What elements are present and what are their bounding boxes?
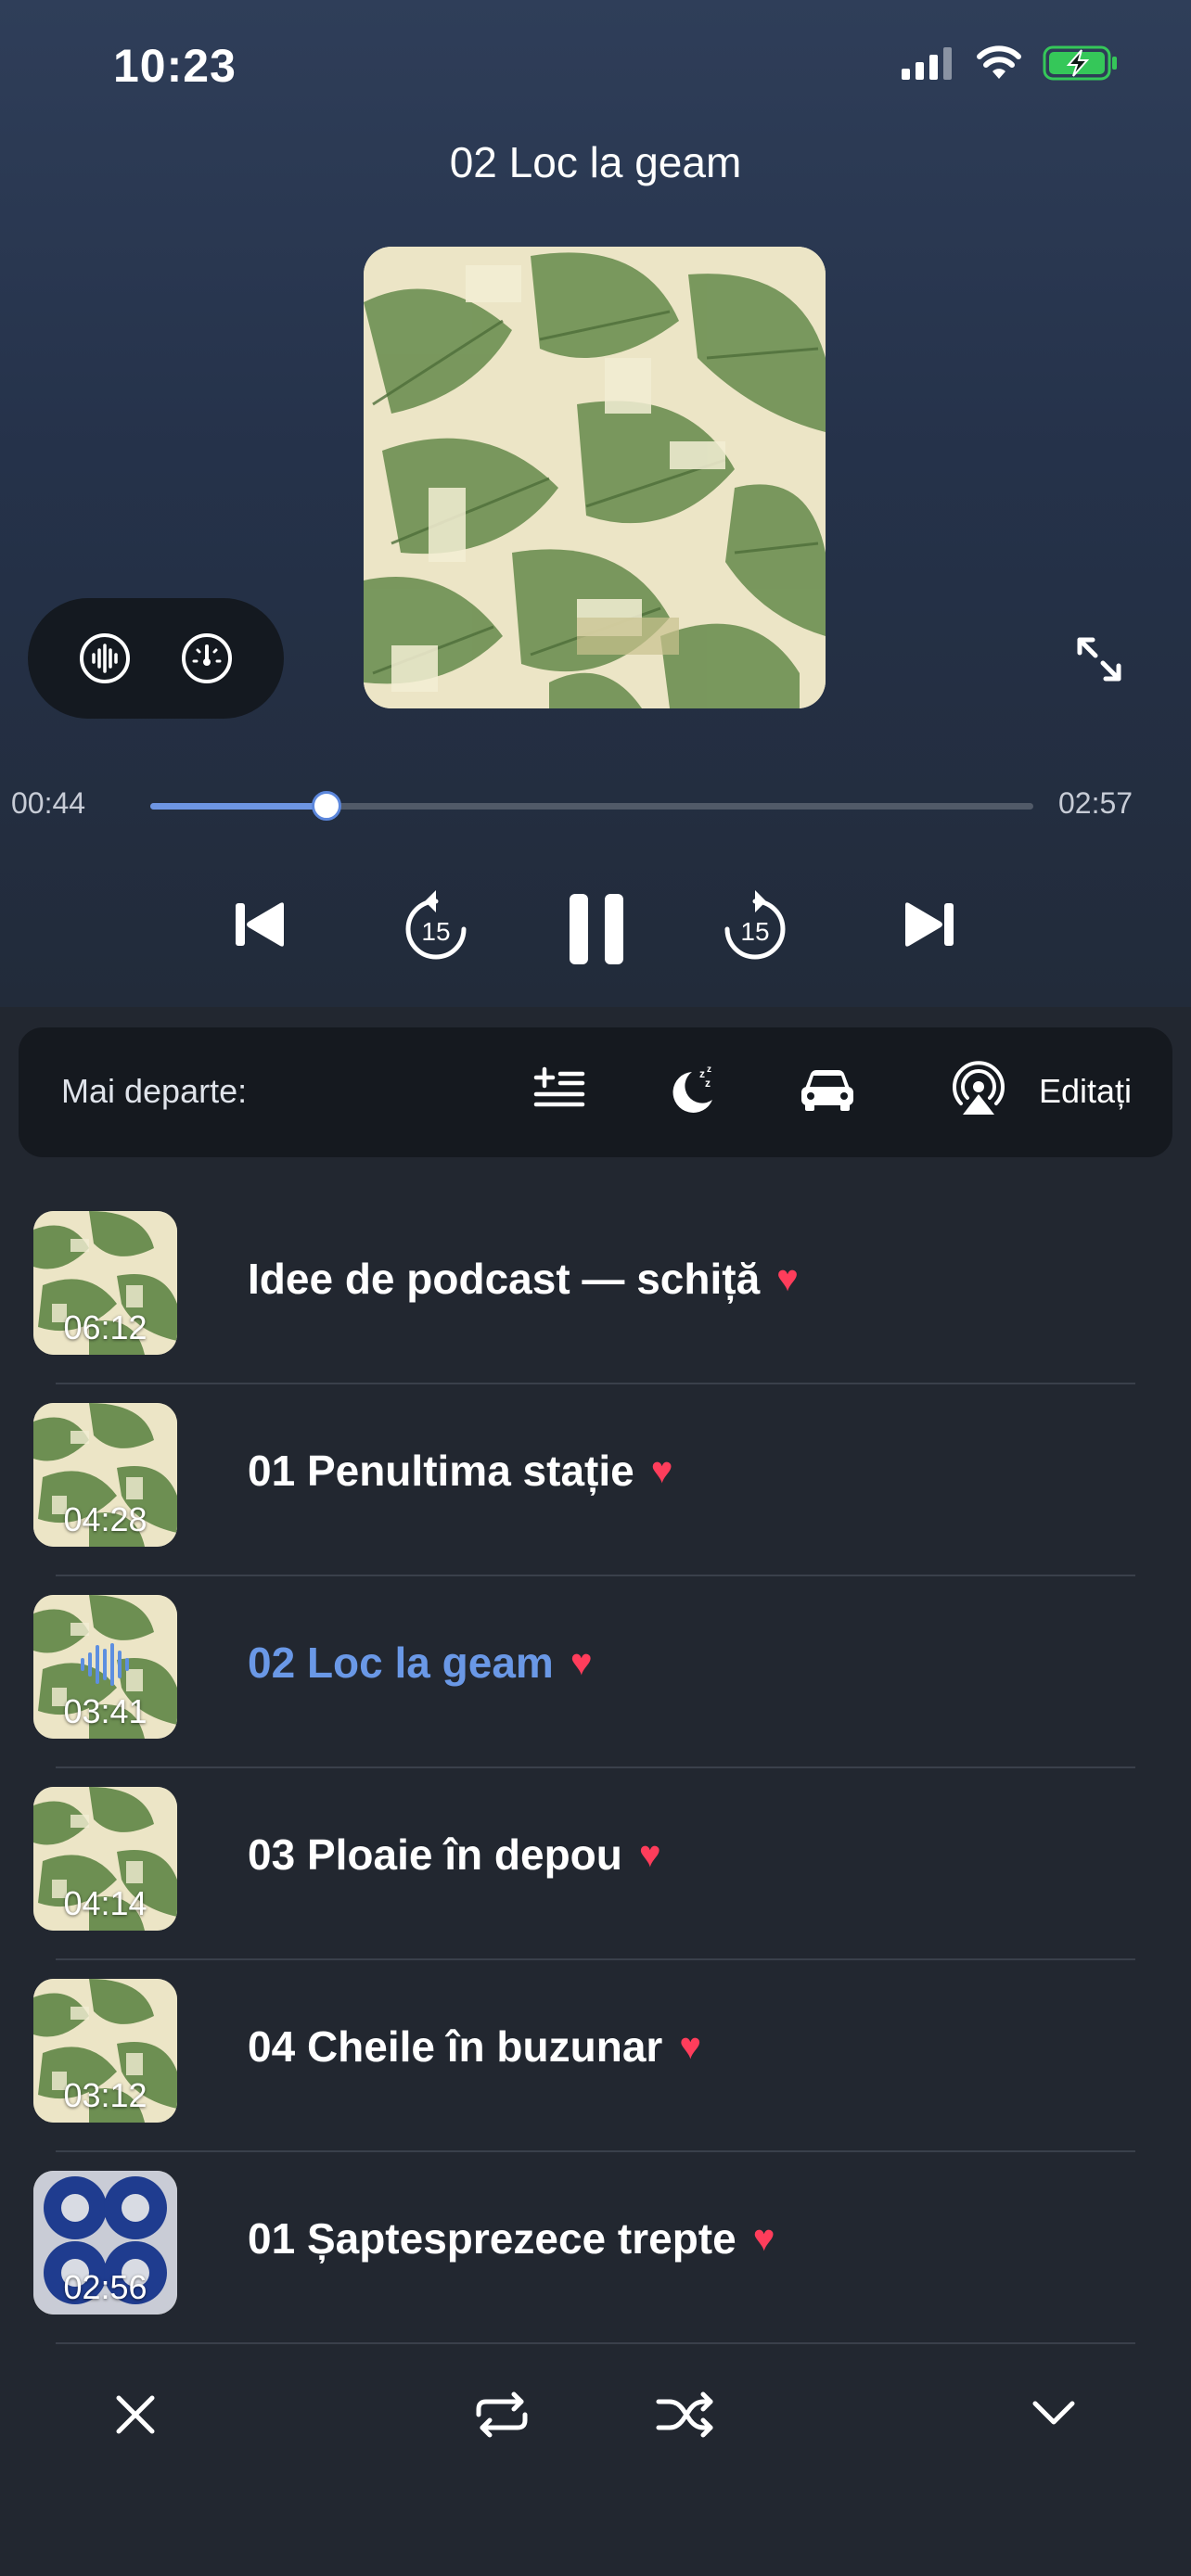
speedometer-icon bbox=[182, 633, 232, 683]
sleep-timer-button[interactable]: z z z bbox=[666, 1061, 722, 1121]
track-title: 01 Penultima stație bbox=[248, 1447, 634, 1495]
track-title: 04 Cheile în buzunar bbox=[248, 2022, 663, 2071]
now-playing-waveform-icon bbox=[81, 1643, 129, 1686]
progress-fill bbox=[150, 803, 327, 810]
playback-speed-button[interactable] bbox=[180, 631, 234, 685]
repeat-icon bbox=[476, 2391, 528, 2438]
album-artwork[interactable] bbox=[364, 247, 826, 708]
track-thumbnail: 04:28 bbox=[33, 1403, 177, 1547]
heart-icon[interactable]: ♥ bbox=[651, 1450, 673, 1492]
pause-button[interactable] bbox=[568, 892, 625, 971]
car-icon bbox=[801, 1070, 853, 1111]
heart-icon[interactable]: ♥ bbox=[753, 2218, 775, 2260]
forward-15-button[interactable]: 15 bbox=[720, 888, 790, 967]
waveform-circle-icon bbox=[80, 633, 130, 683]
track-title-wrap: Idee de podcast — schiță ♥ bbox=[248, 1254, 799, 1304]
pause-icon bbox=[570, 894, 623, 964]
svg-text:z: z bbox=[707, 1065, 711, 1075]
progress-slider[interactable] bbox=[150, 791, 1033, 821]
now-playing-panel: 10:23 02 Loc la geam 00:44 02:57 15 15 bbox=[0, 0, 1191, 1007]
track-title-wrap: 02 Loc la geam ♥ bbox=[248, 1638, 593, 1688]
row-divider bbox=[56, 2342, 1135, 2344]
queue-row[interactable]: 02:56 01 Șaptesprezece trepte ♥ bbox=[0, 2152, 1191, 2344]
elapsed-time: 00:44 bbox=[11, 786, 86, 820]
airplay-button[interactable] bbox=[950, 1061, 1007, 1123]
track-duration: 03:41 bbox=[63, 1692, 147, 1730]
fullscreen-button[interactable] bbox=[1072, 632, 1126, 691]
add-to-queue-button[interactable] bbox=[532, 1061, 586, 1119]
heart-icon[interactable]: ♥ bbox=[776, 1258, 799, 1300]
playback-controls: 15 15 bbox=[0, 879, 1191, 981]
queue-row[interactable]: 04:28 01 Penultima stație ♥ bbox=[0, 1384, 1191, 1576]
close-icon bbox=[116, 2395, 155, 2434]
shuffle-button[interactable] bbox=[655, 2391, 716, 2443]
track-thumbnail: 04:14 bbox=[33, 1787, 177, 1931]
progress-knob[interactable] bbox=[312, 791, 342, 821]
queue-row[interactable]: 04:14 03 Ploaie în depou ♥ bbox=[0, 1768, 1191, 1960]
airplay-audio-icon bbox=[953, 1061, 1005, 1115]
svg-text:z: z bbox=[705, 1077, 711, 1090]
rewind-15-button[interactable]: 15 bbox=[401, 888, 471, 967]
car-mode-button[interactable] bbox=[798, 1061, 857, 1121]
shuffle-icon bbox=[656, 2391, 713, 2438]
status-time: 10:23 bbox=[113, 40, 237, 92]
now-playing-title: 02 Loc la geam bbox=[449, 138, 742, 186]
queue-row[interactable]: 03:12 04 Cheile în buzunar ♥ bbox=[0, 1960, 1191, 2152]
forward-15-label: 15 bbox=[740, 917, 769, 946]
track-title-wrap: 01 Șaptesprezece trepte ♥ bbox=[248, 2213, 775, 2264]
total-duration: 02:57 bbox=[1058, 786, 1133, 820]
track-duration: 04:28 bbox=[63, 1500, 147, 1538]
status-icons bbox=[900, 45, 1119, 82]
edit-queue-button[interactable]: Editați bbox=[1039, 1072, 1132, 1111]
track-thumbnail: 02:56 bbox=[33, 2171, 177, 2315]
expand-arrows-icon bbox=[1077, 637, 1121, 682]
audio-options-pill bbox=[28, 598, 284, 719]
moon-zzz-icon: z z z bbox=[672, 1065, 712, 1113]
repeat-button[interactable] bbox=[473, 2391, 531, 2443]
track-title-wrap: 03 Ploaie în depou ♥ bbox=[248, 1830, 661, 1880]
queue-row[interactable]: 06:12 Idee de podcast — schiță ♥ bbox=[0, 1192, 1191, 1384]
skip-next-icon bbox=[905, 902, 954, 947]
track-duration: 06:12 bbox=[63, 1308, 147, 1346]
track-duration: 04:14 bbox=[63, 1884, 147, 1922]
track-title: 02 Loc la geam bbox=[248, 1639, 554, 1687]
up-next-bar: Mai departe: z z z Editați bbox=[19, 1027, 1172, 1157]
wifi-icon bbox=[977, 45, 1021, 79]
track-duration: 03:12 bbox=[63, 2076, 147, 2114]
skip-previous-icon bbox=[236, 902, 284, 947]
heart-icon[interactable]: ♥ bbox=[639, 1834, 661, 1876]
signal-icon bbox=[902, 47, 952, 80]
track-title: 03 Ploaie în depou bbox=[248, 1830, 622, 1879]
up-next-label: Mai departe: bbox=[61, 1072, 248, 1110]
rewind-15-icon: 15 bbox=[405, 890, 467, 960]
rewind-15-label: 15 bbox=[421, 917, 450, 946]
track-thumbnail: 06:12 bbox=[33, 1211, 177, 1355]
queue-add-icon bbox=[533, 1066, 585, 1107]
next-track-button[interactable] bbox=[902, 899, 955, 954]
track-thumbnail: 03:41 bbox=[33, 1595, 177, 1739]
track-thumbnail: 03:12 bbox=[33, 1979, 177, 2123]
collapse-button[interactable] bbox=[1030, 2396, 1078, 2434]
chevron-down-icon bbox=[1032, 2401, 1075, 2425]
heart-icon[interactable]: ♥ bbox=[679, 2026, 701, 2068]
heart-icon[interactable]: ♥ bbox=[570, 1642, 593, 1684]
track-title: Idee de podcast — schiță bbox=[248, 1255, 761, 1303]
track-title-wrap: 01 Penultima stație ♥ bbox=[248, 1446, 672, 1496]
queue-bottom-toolbar bbox=[0, 2374, 1191, 2467]
forward-15-icon: 15 bbox=[724, 890, 786, 960]
battery-charging-icon bbox=[1043, 45, 1117, 81]
queue-row[interactable]: 03:41 02 Loc la geam ♥ bbox=[0, 1576, 1191, 1768]
audio-effects-button[interactable] bbox=[78, 631, 132, 685]
clear-queue-button[interactable] bbox=[113, 2392, 158, 2442]
previous-track-button[interactable] bbox=[234, 899, 288, 954]
track-title: 01 Șaptesprezece trepte bbox=[248, 2214, 736, 2263]
track-duration: 02:56 bbox=[63, 2268, 147, 2306]
track-title-wrap: 04 Cheile în buzunar ♥ bbox=[248, 2021, 701, 2072]
